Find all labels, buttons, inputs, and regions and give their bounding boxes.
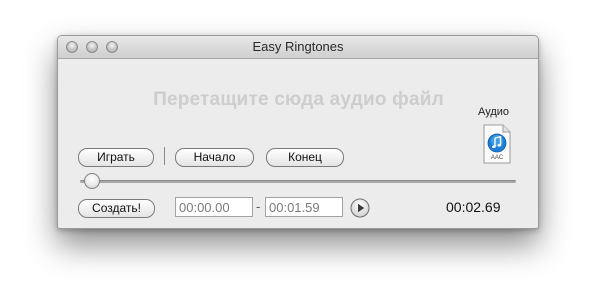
- play-preview-icon[interactable]: [350, 198, 370, 218]
- aac-badge-text: AAC: [491, 155, 504, 161]
- range-separator: -: [256, 199, 261, 214]
- end-time-field[interactable]: 00:01.59: [265, 197, 343, 217]
- aac-file-icon[interactable]: AAC: [482, 124, 512, 164]
- title-bar[interactable]: Easy Ringtones: [58, 36, 538, 59]
- create-button[interactable]: Создать!: [78, 199, 155, 218]
- set-start-button[interactable]: Начало: [175, 148, 254, 167]
- drop-zone-hint[interactable]: Перетащите сюда аудио файл: [126, 89, 471, 111]
- app-window: Easy Ringtones Перетащите сюда аудио фай…: [57, 35, 539, 229]
- toolbar-divider: [164, 147, 165, 165]
- start-time-field[interactable]: 00:00.00: [175, 197, 253, 217]
- elapsed-time: 00:02.69: [446, 199, 501, 215]
- playback-slider-knob[interactable]: [84, 173, 100, 189]
- set-end-button[interactable]: Конец: [266, 148, 344, 167]
- playback-slider-track[interactable]: [80, 180, 516, 183]
- audio-label: Аудио: [478, 106, 510, 118]
- window-title: Easy Ringtones: [252, 39, 344, 54]
- play-button[interactable]: Играть: [78, 148, 154, 167]
